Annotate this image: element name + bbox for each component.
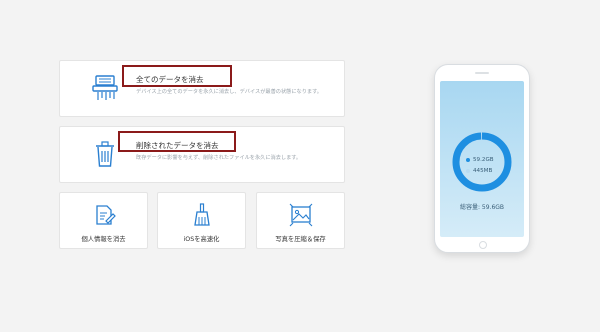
erase-all-title: 全てのデータを消去 bbox=[136, 75, 204, 84]
storage-total: 総容量: 59.6GB bbox=[459, 204, 505, 211]
storage-free-value: 445MB bbox=[473, 168, 493, 174]
broom-icon bbox=[190, 203, 214, 227]
erase-deleted-description: 既存データに影響を与えず、削除されたファイルを永久に消去します。 bbox=[136, 155, 302, 161]
document-edit-icon bbox=[92, 203, 116, 227]
trash-icon bbox=[90, 139, 120, 169]
phone-speaker bbox=[475, 72, 489, 74]
compress-photos-label: 写真を圧縮＆保存 bbox=[275, 236, 326, 243]
erase-all-description: デバイス上の全てのデータを永久に消去し、デバイスが最善の状態になります。 bbox=[136, 89, 322, 95]
free-dot bbox=[466, 168, 470, 173]
storage-free-legend: 445MB bbox=[466, 168, 492, 174]
storage-used-value: 59.2GB bbox=[473, 157, 494, 163]
erase-private-label: 個人情報を消去 bbox=[81, 236, 126, 243]
erase-deleted-data-card[interactable]: 削除されたデータを消去 既存データに影響を与えず、削除されたファイルを永久に消去… bbox=[59, 126, 345, 183]
compress-photos-card[interactable]: 写真を圧縮＆保存 bbox=[256, 192, 345, 249]
speed-up-label: iOSを高速化 bbox=[183, 236, 220, 243]
photo-compress-icon bbox=[289, 203, 313, 227]
storage-used-legend: 59.2GB bbox=[466, 157, 494, 163]
speed-up-ios-card[interactable]: iOSを高速化 bbox=[157, 192, 246, 249]
used-dot bbox=[466, 157, 470, 162]
main-page: 全てのデータを消去 デバイス上の全てのデータを永久に消去し、デバイスが最善の状態… bbox=[0, 0, 600, 332]
erase-private-data-card[interactable]: 個人情報を消去 bbox=[59, 192, 148, 249]
erase-all-data-card[interactable]: 全てのデータを消去 デバイス上の全てのデータを永久に消去し、デバイスが最善の状態… bbox=[59, 60, 345, 117]
shredder-icon bbox=[90, 73, 120, 103]
erase-deleted-title: 削除されたデータを消去 bbox=[136, 141, 219, 150]
phone-home-button bbox=[479, 241, 487, 249]
